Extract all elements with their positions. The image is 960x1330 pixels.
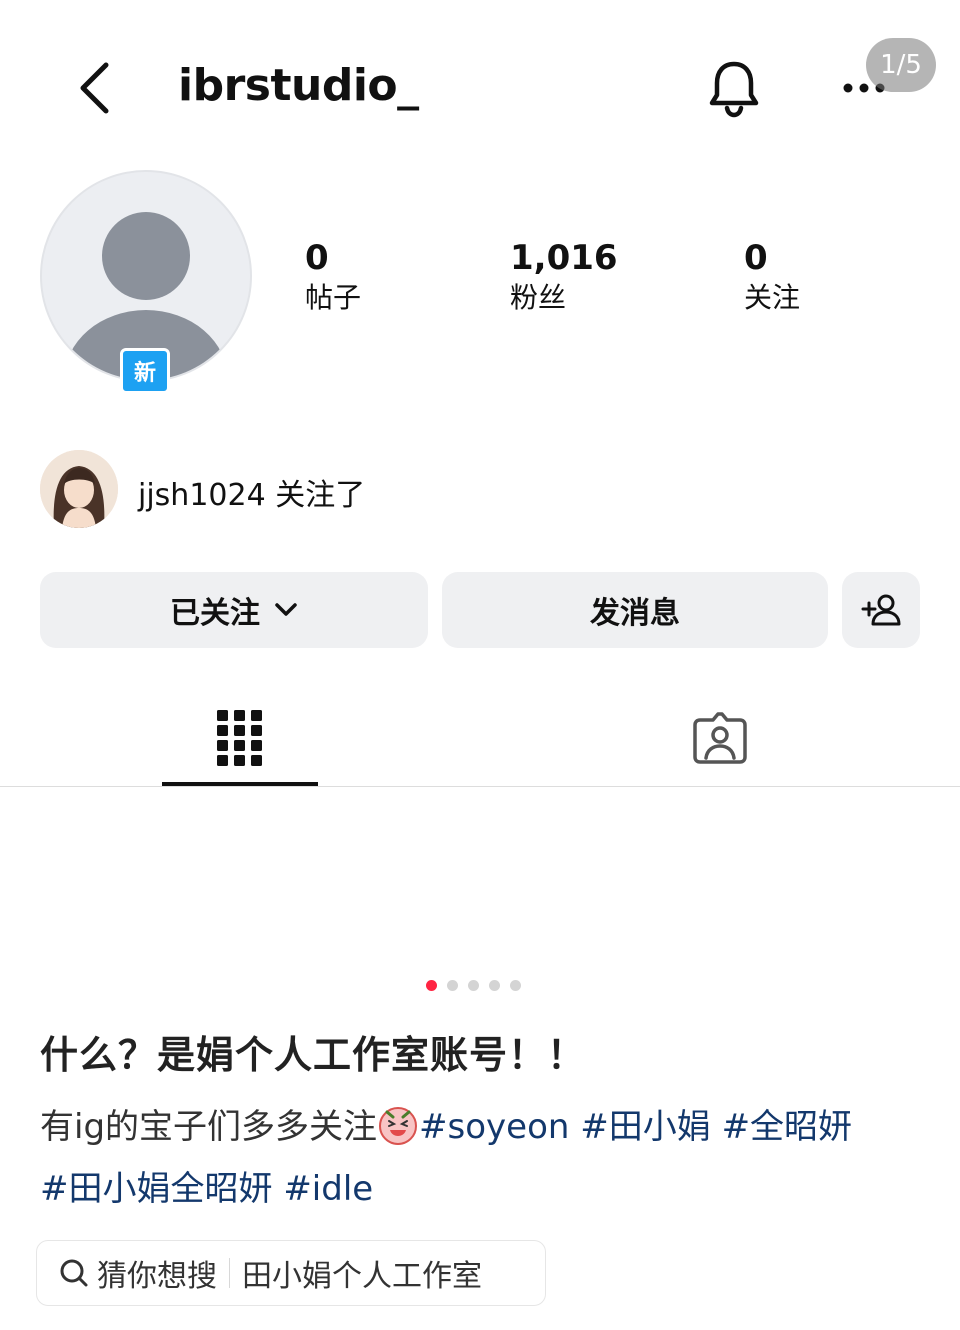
- back-button[interactable]: [66, 56, 122, 120]
- carousel-dots: [426, 980, 521, 991]
- tab-posts-grid[interactable]: [162, 690, 318, 786]
- following-button-label: 已关注: [170, 596, 260, 631]
- stat-following[interactable]: 0 关注: [744, 238, 800, 316]
- carousel-dot-active: [426, 980, 437, 991]
- carousel-dot: [510, 980, 521, 991]
- follower-avatar[interactable]: [40, 450, 118, 528]
- tab-tagged[interactable]: [642, 690, 798, 786]
- stat-posts: 0 帖子: [305, 238, 361, 316]
- grid-icon: [217, 710, 262, 766]
- carousel-dot: [447, 980, 458, 991]
- followers-label: 粉丝: [510, 281, 567, 314]
- hashtag-soyeon[interactable]: #soyeon: [419, 1107, 569, 1147]
- profile-username: ibrstudio_: [178, 60, 419, 111]
- carousel-dot: [468, 980, 479, 991]
- new-account-badge: 新: [120, 348, 170, 394]
- laughing-face-emoji-icon: [379, 1107, 418, 1145]
- posts-label: 帖子: [305, 281, 362, 314]
- suggest-people-button[interactable]: [842, 572, 920, 648]
- hashtag-idle[interactable]: #idle: [283, 1169, 373, 1209]
- hashtag-tianxiaojuan[interactable]: #田小娟: [580, 1107, 711, 1147]
- followers-count: 1,016: [510, 238, 618, 278]
- search-suggestion-chip[interactable]: 猜你想搜 田小娟个人工作室: [36, 1240, 546, 1306]
- search-suggestion-prefix: 猜你想搜: [97, 1259, 217, 1294]
- following-count: 0: [744, 238, 768, 278]
- chevron-left-icon: [80, 62, 109, 114]
- followed-by-suffix: 关注了: [265, 478, 366, 513]
- notification-bell-button[interactable]: [702, 54, 766, 122]
- carousel-dot: [489, 980, 500, 991]
- add-person-icon: [861, 594, 901, 626]
- post-body: 有ig的宝子们多多关注 #soyeon #田小娟 #全昭妍 #田小娟全昭妍 #id…: [40, 1096, 920, 1220]
- following-label: 关注: [744, 281, 801, 314]
- follower-photo-icon: [40, 450, 118, 528]
- search-suggestion-separator: [229, 1258, 230, 1288]
- post-body-text: 有ig的宝子们多多关注: [40, 1107, 378, 1147]
- tabs-divider: [0, 786, 960, 787]
- post-title: 什么？是娟个人工作室账号！！: [40, 1033, 587, 1077]
- followed-by-username[interactable]: jjsh1024: [138, 478, 266, 513]
- hashtag-quanzhaoyan[interactable]: #全昭妍: [722, 1107, 853, 1147]
- posts-count: 0: [305, 238, 329, 278]
- stat-followers[interactable]: 1,016 粉丝: [510, 238, 618, 316]
- tagged-person-icon: [693, 712, 747, 764]
- search-suggestion-query: 田小娟个人工作室: [242, 1259, 482, 1294]
- hashtag-tianxiaojuan-quanzhaoyan[interactable]: #田小娟全昭妍: [40, 1169, 273, 1209]
- avatar-placeholder-head: [102, 212, 190, 300]
- search-icon: [60, 1259, 88, 1287]
- followed-by-text: jjsh1024 关注了: [138, 470, 365, 514]
- message-button[interactable]: 发消息: [442, 572, 828, 648]
- bell-icon: [709, 61, 759, 118]
- following-button[interactable]: 已关注: [40, 572, 428, 648]
- chevron-down-icon: [275, 603, 297, 616]
- image-page-indicator: 1/5: [866, 38, 936, 92]
